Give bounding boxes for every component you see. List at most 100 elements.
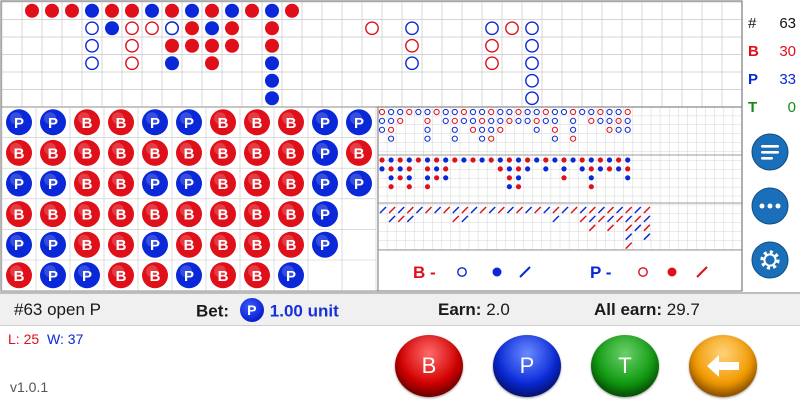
settings-button[interactable] [751, 241, 789, 279]
bead-player: P [176, 262, 202, 289]
bead-label: P [320, 115, 330, 132]
bead-label: B [218, 115, 229, 132]
big-eye-marker [451, 117, 458, 125]
cockroach-marker [643, 233, 651, 241]
bead-label: B [252, 115, 263, 132]
small-road-marker [606, 166, 613, 172]
bead-banker: B [244, 231, 270, 258]
tie-button[interactable]: T [591, 335, 659, 397]
cockroach-marker [443, 206, 451, 214]
earn-label: Earn: [438, 300, 482, 319]
bead-player: P [312, 231, 338, 258]
big-road-hollow-marker [485, 21, 499, 36]
bead-banker: B [210, 262, 236, 289]
cockroach-marker [470, 206, 478, 214]
cockroach-marker [606, 215, 615, 223]
big-eye-marker [606, 126, 613, 133]
bead-label: B [252, 207, 263, 224]
bead-label: B [286, 176, 297, 193]
big-eye-marker [615, 126, 622, 133]
cockroach-marker [552, 215, 560, 223]
big-eye-marker [460, 117, 467, 125]
small-road-marker [397, 175, 403, 181]
big-road-marker [285, 3, 299, 18]
bead-label: P [320, 207, 330, 224]
big-road-marker [265, 56, 279, 71]
big-eye-marker [488, 135, 495, 142]
big-road-marker [265, 38, 279, 53]
small-road-marker [616, 166, 622, 172]
bead-banker: B [6, 262, 32, 289]
cockroach-marker [379, 206, 387, 214]
big-road-marker [205, 56, 219, 71]
big-road-hollow-marker [145, 21, 159, 36]
big-eye-marker [588, 108, 595, 116]
big-eye-marker [479, 135, 486, 142]
big-road-hollow-marker [485, 38, 499, 53]
big-eye-marker [415, 108, 422, 116]
legend-player-hollow-icon [638, 267, 648, 277]
small-road-marker [443, 166, 449, 172]
small-road-marker [570, 157, 576, 163]
bead-label: P [48, 237, 58, 254]
cockroach-marker [397, 206, 405, 214]
big-eye-marker [515, 117, 522, 125]
small-road-marker [479, 157, 485, 163]
bead-player: P [278, 262, 304, 289]
big-road-marker [225, 38, 239, 53]
small-road-marker [443, 157, 449, 163]
back-button[interactable] [689, 335, 757, 397]
big-road-marker [205, 3, 219, 18]
bead-label: P [320, 237, 330, 254]
menu-button[interactable] [751, 133, 789, 171]
small-road-marker [506, 157, 512, 163]
bead-banker: B [176, 201, 202, 228]
bead-label: P [150, 115, 160, 132]
player-button[interactable]: P [493, 335, 561, 397]
big-eye-marker [388, 117, 395, 125]
bead-label: P [14, 237, 24, 254]
bead-label: P [320, 145, 330, 162]
bead-banker: B [74, 201, 100, 228]
bead-label: B [252, 176, 263, 193]
cockroach-marker [643, 206, 651, 214]
big-eye-marker [524, 117, 531, 125]
small-road-marker [388, 184, 394, 190]
big-road-marker [265, 91, 279, 106]
big-eye-marker [606, 108, 613, 116]
bet-side-chip: P [239, 298, 264, 322]
banker-button[interactable]: B [395, 335, 463, 397]
big-eye-marker [488, 108, 495, 116]
big-road-hollow-marker [525, 38, 539, 53]
small-road-marker [388, 175, 394, 181]
more-button[interactable] [751, 187, 789, 225]
small-road-marker [515, 175, 522, 181]
big-eye-marker [460, 108, 467, 116]
big-eye-marker [624, 108, 631, 116]
big-road-marker [65, 3, 79, 18]
bead-banker: B [244, 262, 270, 289]
bead-player: P [312, 201, 338, 228]
bead-label: P [150, 176, 160, 193]
bead-banker: B [74, 139, 100, 166]
big-road-hollow-marker [125, 38, 139, 53]
cockroach-marker [397, 215, 405, 223]
small-road-marker [424, 157, 431, 163]
big-eye-marker [624, 126, 631, 133]
big-eye-marker [388, 126, 395, 133]
big-eye-marker [388, 108, 395, 116]
big-eye-marker [469, 108, 477, 116]
bead-label: B [48, 207, 59, 224]
bead-banker: B [40, 201, 66, 228]
big-eye-marker [479, 117, 486, 125]
big-eye-marker [615, 108, 622, 116]
bead-label: B [252, 237, 263, 254]
bead-player: P [312, 139, 338, 166]
win-value: 37 [67, 331, 84, 347]
big-road-marker [185, 3, 199, 18]
bead-label: B [82, 115, 93, 132]
big-eye-marker [378, 126, 386, 133]
big-road-marker [105, 3, 119, 18]
bead-player: P [6, 231, 32, 258]
all-earn-label: All earn: [594, 300, 663, 319]
